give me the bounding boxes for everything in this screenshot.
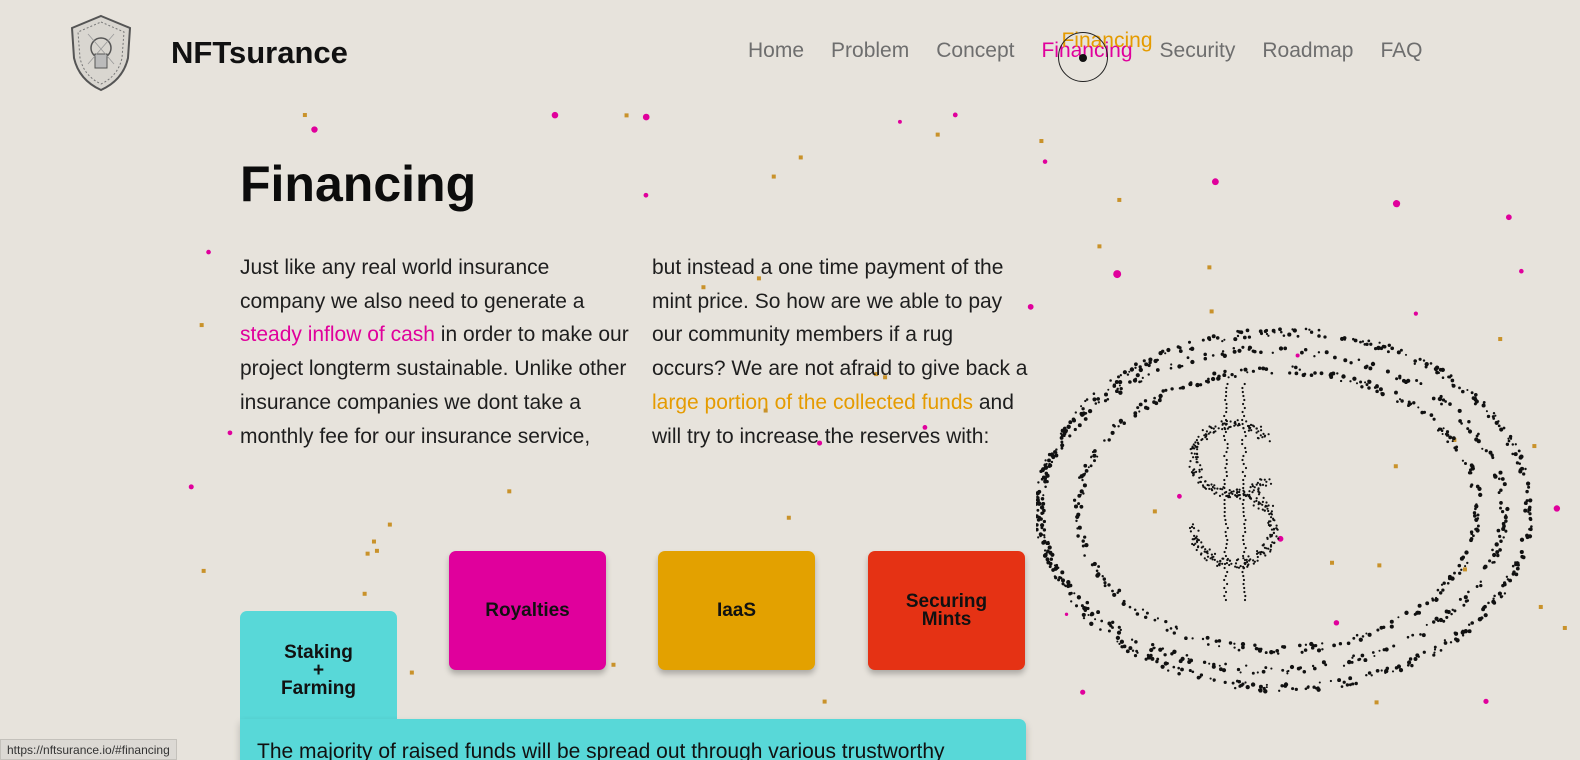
lock-particle-icon xyxy=(1207,265,1212,270)
staking-line-1: Staking xyxy=(284,641,353,663)
right-text-part-1: but instead a one time payment of the mi… xyxy=(652,256,1028,381)
lock-particle-icon xyxy=(199,323,204,328)
heart-particle-icon xyxy=(1413,311,1418,316)
heart-particle-icon xyxy=(551,111,559,119)
section-title: Financing xyxy=(240,156,477,212)
left-text-part-1: Just like any real world insurance compa… xyxy=(240,256,585,313)
lock-particle-icon xyxy=(362,591,367,596)
mints-line-1: Securing xyxy=(905,590,988,612)
staking-line-2: + xyxy=(312,659,325,681)
card-iaas[interactable]: IaaS xyxy=(658,551,815,670)
lock-particle-icon xyxy=(371,539,376,544)
heart-particle-icon xyxy=(1392,200,1401,208)
heart-particle-icon xyxy=(1505,214,1512,221)
heart-particle-icon xyxy=(206,249,211,255)
card-securing-mints[interactable]: Securing Mints xyxy=(868,551,1025,670)
lock-particle-icon xyxy=(624,113,629,118)
lock-particle-icon xyxy=(365,551,370,556)
heart-particle-icon xyxy=(188,484,194,490)
lock-particle-icon xyxy=(1039,139,1044,144)
coin-dots xyxy=(1036,327,1533,694)
heart-particle-icon xyxy=(952,112,958,118)
lock-particle-icon xyxy=(611,662,616,667)
mints-label: Securing Mints xyxy=(905,590,988,630)
lock-particle-icon xyxy=(507,489,512,494)
staking-detail-panel: The majority of raised funds will be spr… xyxy=(240,719,1026,760)
heart-particle-icon xyxy=(1042,159,1048,164)
lock-particle-icon xyxy=(1117,197,1122,202)
status-bar-url: https://nftsurance.io/#financing xyxy=(0,739,177,760)
lock-particle-icon xyxy=(1209,309,1214,314)
heart-particle-icon xyxy=(1113,270,1122,279)
lock-particle-icon xyxy=(786,515,791,520)
highlight-collected-funds: large portion of the collected funds xyxy=(652,390,974,414)
financing-text-left: Just like any real world insurance compa… xyxy=(240,251,630,453)
heart-particle-icon xyxy=(1211,178,1219,186)
heart-particle-icon xyxy=(1553,505,1561,512)
heart-particle-icon xyxy=(227,430,233,436)
heart-particle-icon xyxy=(642,113,650,121)
panel-text: The majority of raised funds will be spr… xyxy=(257,740,945,760)
lock-particle-icon xyxy=(387,522,392,527)
iaas-label: IaaS xyxy=(716,599,757,621)
dollar-coin-icon xyxy=(1036,327,1533,694)
royalties-label: Royalties xyxy=(485,599,570,621)
lock-particle-icon xyxy=(1562,625,1567,630)
mints-line-2: Mints xyxy=(921,608,972,630)
heart-particle-icon xyxy=(311,126,318,133)
lock-particle-icon xyxy=(1097,244,1102,249)
financing-text-right: but instead a one time payment of the mi… xyxy=(652,251,1032,453)
staking-label: Staking + Farming xyxy=(281,641,356,699)
lock-particle-icon xyxy=(374,548,379,553)
heart-particle-icon xyxy=(897,119,902,124)
card-staking-farming[interactable]: Staking + Farming xyxy=(240,611,397,726)
lock-particle-icon xyxy=(935,132,940,137)
lock-particle-icon xyxy=(771,174,776,179)
lock-particle-icon xyxy=(409,670,414,675)
card-royalties[interactable]: Royalties xyxy=(449,551,606,670)
lock-particle-icon xyxy=(822,699,827,704)
heart-particle-icon xyxy=(643,192,649,198)
highlight-steady-inflow: steady inflow of cash xyxy=(240,323,435,347)
lock-particle-icon xyxy=(798,155,803,160)
lock-particle-icon xyxy=(302,113,307,118)
heart-particle-icon xyxy=(1519,268,1524,274)
staking-line-3: Farming xyxy=(281,677,356,699)
lock-particle-icon xyxy=(201,568,206,573)
